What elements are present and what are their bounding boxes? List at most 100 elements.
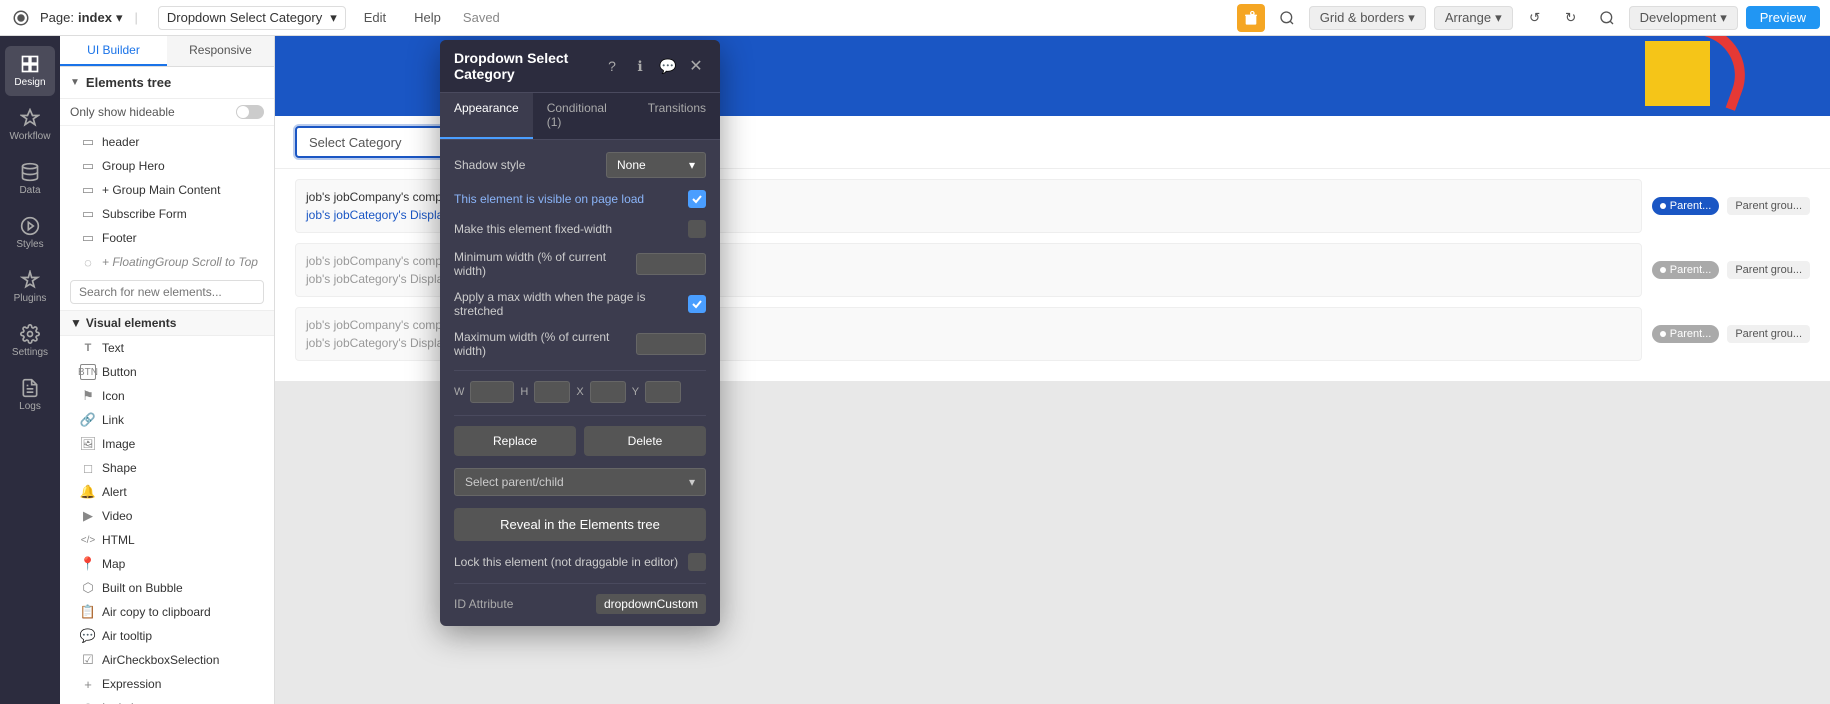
element-air-checkbox[interactable]: ☑ AirCheckboxSelection bbox=[60, 648, 274, 672]
close-icon[interactable]: ✕ bbox=[686, 56, 706, 76]
only-show-toggle[interactable] bbox=[236, 105, 264, 119]
parent-group-label-2: Parent grou... bbox=[1735, 264, 1802, 276]
element-air-tooltip[interactable]: 💬 Air tooltip bbox=[60, 624, 274, 648]
sidebar-item-plugins[interactable]: Plugins bbox=[5, 262, 55, 312]
undo-button[interactable]: ↺ bbox=[1521, 4, 1549, 32]
parent-button-1[interactable]: Parent... bbox=[1652, 197, 1720, 215]
element-footer-label: Footer bbox=[102, 231, 137, 245]
floating-icon: ◌ bbox=[80, 254, 96, 270]
arrange-button[interactable]: Arrange ▾ bbox=[1434, 6, 1513, 30]
sidebar-item-data[interactable]: Data bbox=[5, 154, 55, 204]
element-link[interactable]: 🔗 Link bbox=[60, 408, 274, 432]
fixed-width-check[interactable] bbox=[688, 220, 706, 238]
parent-button-2[interactable]: Parent... bbox=[1652, 261, 1720, 279]
lock-check[interactable] bbox=[688, 553, 706, 571]
gift-icon-button[interactable] bbox=[1237, 4, 1265, 32]
sidebar-item-settings[interactable]: Settings bbox=[5, 316, 55, 366]
grid-borders-label: Grid & borders bbox=[1320, 10, 1405, 25]
parent-group-button-1[interactable]: Parent grou... bbox=[1727, 197, 1810, 215]
grid-borders-button[interactable]: Grid & borders ▾ bbox=[1309, 6, 1426, 30]
parent-group-label-1: Parent grou... bbox=[1735, 200, 1802, 212]
parent-dot-icon-3 bbox=[1660, 331, 1666, 337]
element-built-on-bubble[interactable]: ⬡ Built on Bubble bbox=[60, 576, 274, 600]
element-group-hero[interactable]: ▭ Group Hero bbox=[60, 154, 274, 178]
element-expression[interactable]: + Expression bbox=[60, 672, 274, 696]
development-button[interactable]: Development ▾ bbox=[1629, 6, 1738, 30]
element-image[interactable]: 🖼 Image bbox=[60, 432, 274, 456]
preview-button[interactable]: Preview bbox=[1746, 6, 1820, 29]
element-icon[interactable]: ⚑ Icon bbox=[60, 384, 274, 408]
element-video[interactable]: ▶ Video bbox=[60, 504, 274, 528]
parent-button-3[interactable]: Parent... bbox=[1652, 325, 1720, 343]
element-header[interactable]: ▭ header bbox=[60, 130, 274, 154]
chat-icon[interactable]: 💬 bbox=[658, 56, 678, 76]
sidebar-plugins-label: Plugins bbox=[14, 293, 47, 304]
tab-responsive[interactable]: Responsive bbox=[167, 36, 274, 66]
element-floating-group[interactable]: ◌ + FloatingGroup Scroll to Top bbox=[60, 250, 274, 274]
element-air-copy[interactable]: 📋 Air copy to clipboard bbox=[60, 600, 274, 624]
modal-tab-transitions[interactable]: Transitions bbox=[634, 93, 720, 139]
topbar-right: Grid & borders ▾ Arrange ▾ ↺ ↻ Developme… bbox=[1237, 4, 1820, 32]
element-subscribe-form[interactable]: ▭ Subscribe Form bbox=[60, 202, 274, 226]
parent-dot-icon bbox=[1660, 203, 1666, 209]
element-shape[interactable]: □ Shape bbox=[60, 456, 274, 480]
text-label: Text bbox=[102, 341, 124, 355]
w-label: W bbox=[454, 386, 464, 398]
help-button[interactable]: Help bbox=[404, 7, 451, 28]
element-text[interactable]: T Text bbox=[60, 336, 274, 360]
select-parent-dropdown[interactable]: Select parent/child ▾ bbox=[454, 468, 706, 496]
reveal-button[interactable]: Reveal in the Elements tree bbox=[454, 508, 706, 541]
search-input[interactable] bbox=[70, 280, 264, 304]
parent-buttons-2: Parent... Parent grou... bbox=[1652, 243, 1810, 297]
visible-on-load-check[interactable] bbox=[688, 190, 706, 208]
h-input[interactable]: 44 bbox=[534, 381, 570, 403]
sidebar-item-logs[interactable]: Logs bbox=[5, 370, 55, 420]
air-tooltip-label: Air tooltip bbox=[102, 629, 152, 643]
elements-list: ▭ header ▭ Group Hero ▭ + Group Main Con… bbox=[60, 126, 274, 704]
divider-2 bbox=[454, 415, 706, 416]
alert-icon: 🔔 bbox=[80, 484, 96, 500]
sidebar-item-workflow[interactable]: Workflow bbox=[5, 100, 55, 150]
min-width-input[interactable]: 60 bbox=[636, 253, 706, 275]
parent-group-button-3[interactable]: Parent grou... bbox=[1727, 325, 1810, 343]
y-input[interactable]: 12 bbox=[645, 381, 681, 403]
element-dropdown-label: Dropdown Select Category bbox=[167, 10, 322, 25]
page-name: index bbox=[78, 10, 112, 25]
visual-elements-toggle[interactable]: ▼ Visual elements bbox=[60, 311, 274, 336]
element-html[interactable]: </> HTML bbox=[60, 528, 274, 552]
info-icon[interactable]: ℹ bbox=[630, 56, 650, 76]
air-checkbox-label: AirCheckboxSelection bbox=[102, 653, 219, 667]
modal-tab-appearance[interactable]: Appearance bbox=[440, 93, 533, 139]
id-attr-label: ID Attribute bbox=[454, 597, 513, 611]
sidebar-item-styles[interactable]: Styles bbox=[5, 208, 55, 258]
parent-group-button-2[interactable]: Parent grou... bbox=[1727, 261, 1810, 279]
tab-ui-builder[interactable]: UI Builder bbox=[60, 36, 167, 66]
edit-button[interactable]: Edit bbox=[354, 7, 396, 28]
redo-button[interactable]: ↻ bbox=[1557, 4, 1585, 32]
shadow-style-dropdown[interactable]: None ▾ bbox=[606, 152, 706, 178]
sidebar-item-design[interactable]: Design bbox=[5, 46, 55, 96]
w-input[interactable]: 310 bbox=[470, 381, 514, 403]
min-width-label: Minimum width (% of current width) bbox=[454, 250, 636, 278]
element-footer[interactable]: ▭ Footer bbox=[60, 226, 274, 250]
max-width-input[interactable]: 100 bbox=[636, 333, 706, 355]
help-circle-icon[interactable]: ? bbox=[602, 56, 622, 76]
element-dropdown[interactable]: Dropdown Select Category ▾ bbox=[158, 6, 346, 30]
element-button[interactable]: BTN Button bbox=[60, 360, 274, 384]
arrange-label: Arrange bbox=[1445, 10, 1491, 25]
element-ionic-icon[interactable]: ◎ Ionic Icon bbox=[60, 696, 274, 704]
delete-button[interactable]: Delete bbox=[584, 426, 706, 456]
max-width-apply-check[interactable] bbox=[688, 295, 706, 313]
element-alert[interactable]: 🔔 Alert bbox=[60, 480, 274, 504]
replace-button[interactable]: Replace bbox=[454, 426, 576, 456]
x-input[interactable]: 10 bbox=[590, 381, 626, 403]
topbar: Page: index ▾ | Dropdown Select Category… bbox=[0, 0, 1830, 36]
element-map[interactable]: 📍 Map bbox=[60, 552, 274, 576]
ionic-icon: ◎ bbox=[80, 700, 96, 704]
modal-tab-conditional[interactable]: Conditional (1) bbox=[533, 93, 634, 139]
search2-icon-button[interactable] bbox=[1593, 4, 1621, 32]
search-icon-button[interactable] bbox=[1273, 4, 1301, 32]
dropdown-chevron-icon: ▾ bbox=[330, 10, 337, 26]
element-group-main[interactable]: ▭ + Group Main Content bbox=[60, 178, 274, 202]
page-selector[interactable]: Page: index ▾ bbox=[40, 10, 122, 26]
